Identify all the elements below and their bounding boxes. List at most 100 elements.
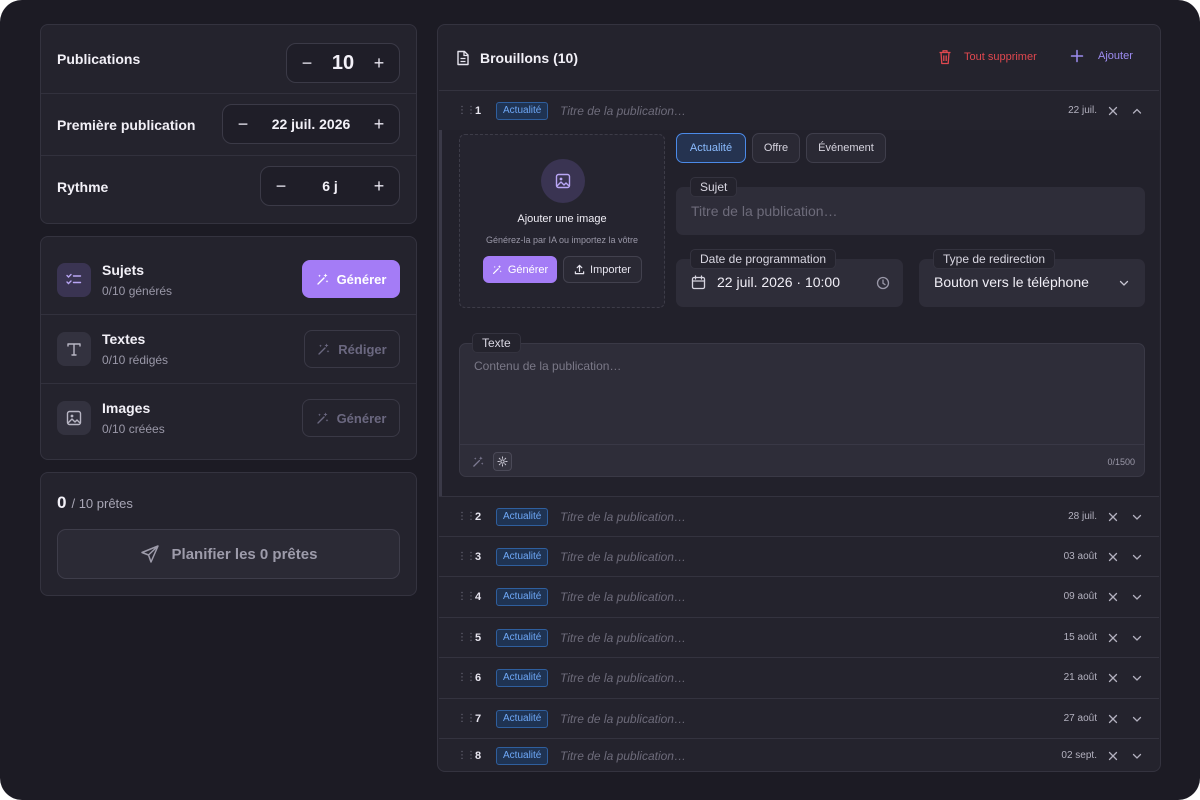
category-badge: Actualité	[496, 507, 549, 526]
divider	[41, 314, 416, 315]
image-icon	[57, 401, 91, 435]
category-badge: Actualité	[496, 101, 549, 120]
chevron-down-icon[interactable]	[1131, 632, 1143, 644]
type-option-actualite[interactable]: Actualité	[676, 133, 746, 163]
first-publication-value[interactable]: 22 juil. 2026	[272, 116, 351, 132]
decrement-button[interactable]: −	[235, 115, 251, 133]
increment-button[interactable]: +	[371, 115, 387, 133]
upload-import-button[interactable]: Importer	[563, 256, 642, 283]
gear-icon	[497, 456, 508, 467]
generate-subjects-button[interactable]: Générer	[302, 260, 400, 298]
drag-handle-icon[interactable]: ⋮⋮	[457, 551, 476, 561]
close-icon[interactable]	[1107, 632, 1119, 644]
increment-button[interactable]: +	[371, 177, 387, 195]
text-label: Texte	[472, 333, 521, 353]
write-texts-button[interactable]: Rédiger	[304, 330, 400, 368]
publications-label: Publications	[57, 51, 141, 67]
upload-hint: Générez-la par IA ou importez la vôtre	[485, 235, 639, 245]
category-badge: Actualité	[496, 587, 549, 606]
calendar-icon	[691, 275, 706, 290]
draft-date: 09 août	[1063, 591, 1097, 602]
category-badge: Actualité	[496, 746, 549, 765]
draft-date: 22 juil.	[1068, 105, 1097, 116]
type-option-label: Actualité	[689, 142, 733, 154]
image-upload-box[interactable]: Ajouter une image Générez-la par IA ou i…	[459, 134, 665, 308]
draft-row-4[interactable]: ⋮⋮ 4 Actualité Titre de la publication… …	[439, 576, 1159, 616]
rhythm-label: Rythme	[57, 178, 109, 195]
drag-handle-icon[interactable]: ⋮⋮	[457, 632, 476, 642]
increment-button[interactable]: +	[371, 54, 387, 72]
draft-row-1[interactable]: ⋮⋮ 1 Actualité Titre de la publication… …	[439, 90, 1159, 130]
subject-input[interactable]: Titre de la publication…	[676, 187, 1145, 235]
draft-number: 4	[475, 590, 482, 603]
close-icon[interactable]	[1107, 591, 1119, 603]
type-option-label: Offre	[763, 142, 789, 154]
ready-card: 0 / 10 prêtes Planifier les 0 prêtes	[40, 472, 417, 596]
content-placeholder: Contenu de la publication…	[474, 359, 622, 373]
close-icon[interactable]	[1107, 105, 1119, 117]
first-publication-stepper: − 22 juil. 2026 +	[222, 104, 400, 144]
draft-row-7[interactable]: ⋮⋮ 7 Actualité Titre de la publication… …	[439, 698, 1159, 738]
draft-row-3[interactable]: ⋮⋮ 3 Actualité Titre de la publication… …	[439, 536, 1159, 576]
sparkle-icon	[316, 273, 328, 285]
schedule-ready-label: Planifier les 0 prêtes	[171, 545, 318, 563]
draft-row-8[interactable]: ⋮⋮ 8 Actualité Titre de la publication… …	[439, 738, 1159, 772]
chevron-down-icon[interactable]	[1131, 591, 1143, 603]
drag-handle-icon[interactable]: ⋮⋮	[457, 713, 476, 723]
sparkle-icon	[316, 412, 328, 424]
category-badge: Actualité	[496, 628, 549, 647]
draft-row-5[interactable]: ⋮⋮ 5 Actualité Titre de la publication… …	[439, 617, 1159, 657]
sparkle-icon[interactable]	[472, 455, 485, 468]
draft-title-placeholder: Titre de la publication…	[560, 748, 686, 763]
publications-value[interactable]: 10	[332, 52, 354, 75]
char-count: 0/1500	[1107, 457, 1135, 467]
category-badge: Actualité	[496, 668, 549, 687]
close-icon[interactable]	[1107, 511, 1119, 523]
chevron-down-icon[interactable]	[1131, 672, 1143, 684]
draft-title-placeholder: Titre de la publication…	[560, 670, 686, 685]
expanded-accent-bar	[439, 130, 442, 496]
draft-row-2[interactable]: ⋮⋮ 2 Actualité Titre de la publication… …	[439, 496, 1159, 536]
draft-title-placeholder: Titre de la publication…	[560, 103, 686, 118]
close-icon[interactable]	[1107, 713, 1119, 725]
clock-icon[interactable]	[876, 276, 890, 290]
draft-number: 8	[475, 749, 482, 762]
drag-handle-icon[interactable]: ⋮⋮	[457, 105, 476, 115]
decrement-button[interactable]: −	[273, 177, 289, 195]
rhythm-stepper: − 6 j +	[260, 166, 400, 206]
first-publication-label: Première publication	[57, 116, 196, 133]
close-icon[interactable]	[1107, 672, 1119, 684]
chevron-down-icon[interactable]	[1131, 511, 1143, 523]
decrement-button[interactable]: −	[299, 54, 315, 72]
category-badge: Actualité	[496, 547, 549, 566]
chevron-down-icon[interactable]	[1131, 750, 1143, 762]
app-window: Publications − 10 + Première publication…	[0, 0, 1200, 800]
upload-generate-button[interactable]: Générer	[483, 256, 557, 283]
chevron-up-icon[interactable]	[1131, 105, 1143, 117]
content-textarea[interactable]: Contenu de la publication… 0/1500	[459, 343, 1145, 477]
settings-gear-button[interactable]	[493, 452, 512, 471]
upload-import-label: Importer	[590, 263, 631, 276]
schedule-ready-button[interactable]: Planifier les 0 prêtes	[57, 529, 400, 579]
chevron-down-icon[interactable]	[1131, 713, 1143, 725]
drag-handle-icon[interactable]: ⋮⋮	[457, 511, 476, 521]
drag-handle-icon[interactable]: ⋮⋮	[457, 672, 476, 682]
type-option-evenement[interactable]: Événement	[806, 133, 886, 163]
redirect-label: Type de redirection	[933, 249, 1056, 269]
close-icon[interactable]	[1107, 551, 1119, 563]
sparkle-icon	[318, 343, 330, 355]
plus-icon	[1070, 49, 1084, 63]
chevron-down-icon[interactable]	[1131, 551, 1143, 563]
close-icon[interactable]	[1107, 750, 1119, 762]
type-option-offre[interactable]: Offre	[752, 133, 800, 163]
rhythm-value[interactable]: 6 j	[322, 178, 338, 194]
draft-row-6[interactable]: ⋮⋮ 6 Actualité Titre de la publication… …	[439, 657, 1159, 697]
schedule-value: 22 juil. 2026 · 10:00	[717, 274, 840, 290]
drafts-panel: Brouillons (10) Tout supprimer Ajouter ⋮…	[437, 24, 1161, 772]
delete-all-button[interactable]: Tout supprimer	[938, 49, 1037, 65]
generate-images-button[interactable]: Générer	[302, 399, 400, 437]
add-draft-button[interactable]: Ajouter	[1070, 49, 1133, 63]
drag-handle-icon[interactable]: ⋮⋮	[457, 591, 476, 601]
ready-total: / 10 prêtes	[71, 496, 133, 511]
drag-handle-icon[interactable]: ⋮⋮	[457, 750, 476, 760]
